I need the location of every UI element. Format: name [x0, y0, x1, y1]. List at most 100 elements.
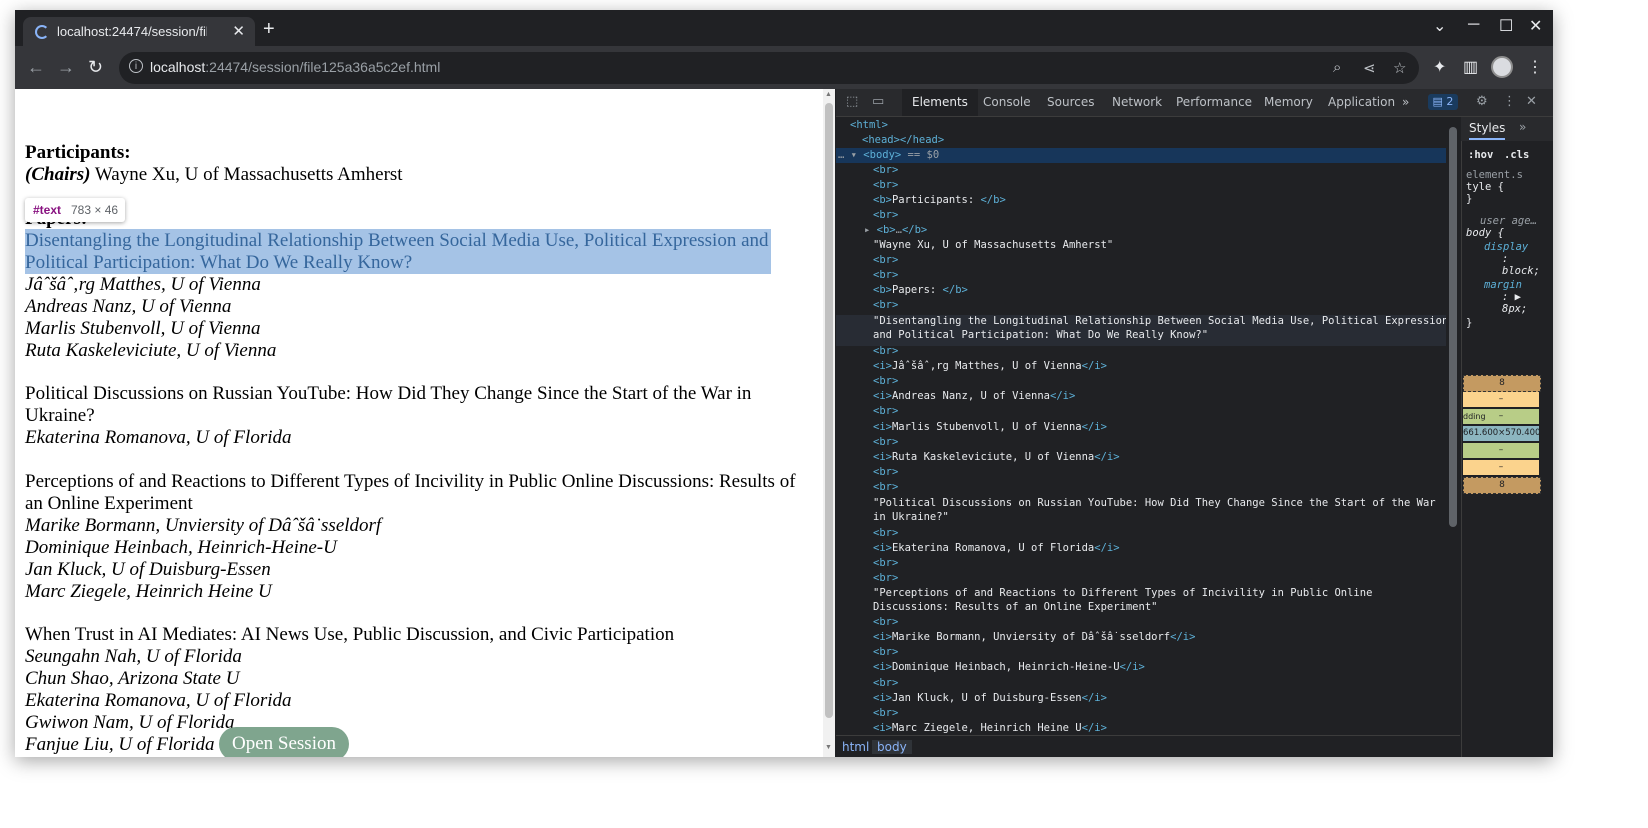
cls-toggle[interactable]: .cls [1504, 149, 1529, 161]
forward-arrow-icon[interactable]: → [57, 57, 75, 78]
breadcrumb-body[interactable]: body [872, 740, 912, 754]
dom-text-node[interactable]: "Perceptions of and Reactions to Differe… [873, 587, 1372, 599]
dom-text-node[interactable]: "Wayne Xu, U of Massachusetts Amherst" [873, 239, 1113, 251]
breadcrumb: html body [836, 735, 1460, 757]
url-text[interactable]: localhost:24474/session/file125a36a5c2ef… [150, 59, 440, 75]
page-scrollbar[interactable]: ▲ ▼ [823, 89, 835, 757]
paper-title: Political Participation: What Do We Real… [25, 252, 413, 273]
devtools-close-icon[interactable]: ✕ [1526, 94, 1537, 109]
hov-toggle[interactable]: :hov [1468, 149, 1493, 161]
dom-text-node[interactable]: "Disentangling the Longitudinal Relation… [873, 315, 1446, 327]
scroll-down-arrow-icon[interactable]: ▼ [825, 744, 832, 751]
dom-node-i[interactable]: <i>Marc Ziegele, Heinrich Heine U</i> [873, 722, 1107, 734]
dom-node-br[interactable]: <br> [873, 345, 898, 357]
tab-styles[interactable]: Styles [1469, 121, 1506, 140]
dom-node-br[interactable]: <br> [873, 254, 898, 266]
maximize-button[interactable]: ☐ [1499, 16, 1513, 36]
tab-close-icon[interactable]: ✕ [232, 22, 245, 40]
side-panel-icon[interactable]: ▥ [1463, 57, 1478, 77]
tab-sources[interactable]: Sources [1047, 95, 1094, 109]
dom-text-node[interactable]: in Ukraine?" [873, 511, 949, 523]
share-icon[interactable]: ⋖ [1363, 59, 1376, 77]
dom-node-i[interactable]: <i>Marike Bormann, Unviersity of Dâˆšâ˙s… [873, 631, 1195, 643]
dom-node-b-collapsed[interactable]: ▸ <b>…</b> [864, 224, 927, 236]
open-session-button[interactable]: Open Session [219, 727, 349, 757]
devtools-menu-icon[interactable]: ⋮ [1503, 94, 1516, 109]
paper-title: Perceptions of and Reactions to Differen… [25, 471, 796, 492]
zoom-icon[interactable]: ⌕ [1333, 59, 1341, 76]
back-arrow-icon[interactable]: ← [27, 57, 45, 78]
dom-node-i[interactable]: <i>Jâˆšâˆ‚rg Matthes, U of Vienna</i> [873, 360, 1107, 372]
dom-node-br[interactable]: <br> [873, 405, 898, 417]
dom-node-i[interactable]: <i>Ekaterina Romanova, U of Florida</i> [873, 542, 1120, 554]
dom-node-br[interactable]: <br> [873, 557, 898, 569]
tab-search-icon[interactable]: ⌄ [1433, 16, 1446, 36]
dom-node-br[interactable]: <br> [873, 466, 898, 478]
dom-node-br[interactable]: <br> [873, 527, 898, 539]
new-tab-button[interactable]: + [263, 18, 275, 41]
dom-node-i[interactable]: <i>Ruta Kaskeleviciute, U of Vienna</i> [873, 451, 1120, 463]
dom-node-i[interactable]: <i>Dominique Heinbach, Heinrich-Heine-U<… [873, 661, 1145, 673]
tab-performance[interactable]: Performance [1176, 95, 1252, 109]
css-colon-expand[interactable]: : ▶ [1502, 291, 1521, 303]
dom-tree-scrollbar[interactable] [1447, 117, 1459, 734]
dom-node-b[interactable]: <b>Papers: </b> [873, 284, 968, 296]
reload-icon[interactable]: ↻ [88, 57, 103, 78]
bookmark-star-icon[interactable]: ☆ [1393, 59, 1406, 77]
tab-network[interactable]: Network [1112, 95, 1162, 109]
dom-node-html[interactable]: <html> [850, 119, 888, 131]
settings-gear-icon[interactable]: ⚙ [1476, 94, 1488, 109]
paper-author: Ekaterina Romanova, U of Florida [25, 427, 292, 448]
dom-node-br[interactable]: <br> [873, 209, 898, 221]
close-window-button[interactable]: ✕ [1529, 16, 1542, 36]
device-toolbar-icon[interactable]: ▭ [872, 94, 884, 109]
paper-author: Jâˆšâˆ‚rg Matthes, U of Vienna [25, 274, 261, 295]
tab-application[interactable]: Application [1328, 95, 1395, 109]
dom-node-head[interactable]: <head></head> [862, 134, 944, 146]
dom-node-br[interactable]: <br> [873, 436, 898, 448]
paper-title: Disentangling the Longitudinal Relations… [25, 230, 769, 251]
issues-badge[interactable]: ▤ 2 [1428, 94, 1458, 110]
address-bar[interactable]: i localhost:24474/session/file125a36a5c2… [119, 52, 1419, 84]
breadcrumb-html[interactable]: html [842, 740, 869, 754]
dom-text-node[interactable]: and Political Participation: What Do We … [873, 329, 1208, 341]
dom-tree-scrollbar-thumb[interactable] [1449, 127, 1457, 527]
inspect-element-icon[interactable]: ⬚ [846, 94, 858, 109]
dom-node-br[interactable]: <br> [873, 572, 898, 584]
dom-node-i[interactable]: <i>Jan Kluck, U of Duisburg-Essen</i> [873, 692, 1107, 704]
dom-node-br[interactable]: <br> [873, 179, 898, 191]
page-scrollbar-thumb[interactable] [825, 103, 833, 718]
minimize-button[interactable]: ─ [1468, 16, 1479, 34]
dom-node-br[interactable]: <br> [873, 677, 898, 689]
dom-node-br[interactable]: <br> [873, 299, 898, 311]
browser-tab[interactable]: localhost:24474/session/file1 ✕ [23, 17, 255, 47]
paper-author: Dominique Heinbach, Heinrich-Heine-U [25, 537, 337, 558]
more-tabs-icon[interactable]: » [1402, 95, 1409, 109]
tab-console[interactable]: Console [983, 95, 1031, 109]
dom-node-br[interactable]: <br> [873, 164, 898, 176]
browser-menu-icon[interactable]: ⋮ [1527, 57, 1543, 77]
chair-name: Wayne Xu, U of Massachusetts Amherst [90, 164, 403, 185]
dom-node-br[interactable]: <br> [873, 646, 898, 658]
dom-node-br[interactable]: <br> [873, 375, 898, 387]
tab-memory[interactable]: Memory [1264, 95, 1313, 109]
dom-node-i[interactable]: <i>Marlis Stubenvoll, U of Vienna</i> [873, 421, 1107, 433]
dom-node-br[interactable]: <br> [873, 707, 898, 719]
extensions-puzzle-icon[interactable]: ✦ [1433, 57, 1446, 77]
dom-node-br[interactable]: <br> [873, 269, 898, 281]
dom-text-node[interactable]: Discussions: Results of an Online Experi… [873, 601, 1157, 613]
dom-node-br[interactable]: <br> [873, 616, 898, 628]
dom-node-br[interactable]: <br> [873, 481, 898, 493]
tab-elements[interactable]: Elements [902, 89, 978, 116]
paper-title: When Trust in AI Mediates: AI News Use, … [25, 624, 675, 645]
more-panes-icon[interactable]: » [1519, 120, 1526, 134]
dom-node-body[interactable]: … ▾ <body> == $0 [838, 149, 939, 161]
dom-node-i[interactable]: <i>Andreas Nanz, U of Vienna</i> [873, 390, 1075, 402]
site-info-icon[interactable]: i [129, 59, 143, 73]
paper-author: Jan Kluck, U of Duisburg-Essen [25, 559, 271, 580]
dom-node-b[interactable]: <b>Participants: </b> [873, 194, 1006, 206]
profile-avatar[interactable] [1491, 56, 1513, 78]
scroll-up-arrow-icon[interactable]: ▲ [825, 91, 832, 98]
box-model-padding: dding – [1463, 409, 1539, 424]
dom-text-node[interactable]: "Political Discussions on Russian YouTub… [873, 497, 1436, 509]
